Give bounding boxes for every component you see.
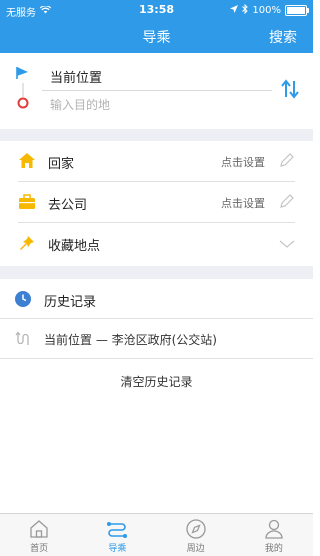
battery-level-fill <box>287 7 305 14</box>
favorites-label: 收藏地点 <box>48 239 101 254</box>
tab-label: 我的 <box>264 544 283 554</box>
history-title: 历史记录 <box>44 295 97 310</box>
clock-icon <box>14 290 32 312</box>
favorites-row[interactable]: 收藏地点 <box>0 223 313 264</box>
home-label: 回家 <box>48 157 75 172</box>
tab-guide[interactable]: 导乘 <box>78 514 156 556</box>
bluetooth-icon <box>242 3 249 17</box>
tab-bar: 首页 导乘 周边 我的 <box>0 513 313 556</box>
home-row[interactable]: 回家 点击设置 <box>0 141 313 182</box>
nav-bar: 导乘 搜索 <box>0 21 313 53</box>
company-label: 去公司 <box>48 198 88 213</box>
route-divider <box>42 90 272 91</box>
tab-label: 周边 <box>186 544 205 554</box>
history-item[interactable]: 当前位置 — 李沧区政府(公交站) <box>0 319 313 359</box>
status-bar: 无服务 13:58 100% <box>0 0 313 20</box>
row-divider <box>0 358 313 359</box>
destination-input[interactable]: 输入目的地 <box>50 96 110 113</box>
history-header: 历史记录 <box>0 279 313 319</box>
section-gap <box>0 266 313 279</box>
route-history-icon <box>14 330 32 352</box>
quick-places-list: 回家 点击设置 去公司 点击设置 收藏地点 <box>0 141 313 264</box>
route-panel: 当前位置 输入目的地 <box>0 53 313 129</box>
company-set-hint[interactable]: 点击设置 <box>221 195 265 211</box>
tab-label: 首页 <box>30 544 49 554</box>
section-gap <box>0 129 313 141</box>
app-header: 无服务 13:58 100% 导乘 搜索 <box>0 0 313 53</box>
battery-percent: 100% <box>252 5 281 16</box>
edit-icon[interactable] <box>279 193 295 213</box>
tab-mine[interactable]: 我的 <box>235 514 313 556</box>
home-icon <box>18 152 36 170</box>
page-title: 导乘 <box>142 30 171 46</box>
history-section: 历史记录 当前位置 — 李沧区政府(公交站) <box>0 279 313 359</box>
briefcase-icon <box>18 193 36 211</box>
location-arrow-icon <box>230 5 239 16</box>
tab-home[interactable]: 首页 <box>0 514 78 556</box>
tab-nearby[interactable]: 周边 <box>157 514 235 556</box>
chevron-down-icon[interactable] <box>279 234 295 253</box>
search-button[interactable]: 搜索 <box>269 27 297 47</box>
history-item-text: 当前位置 — 李沧区政府(公交站) <box>44 333 217 347</box>
clear-history-button[interactable]: 清空历史记录 <box>0 373 313 390</box>
edit-icon[interactable] <box>279 152 295 172</box>
tab-label: 导乘 <box>108 544 127 554</box>
swap-route-icon[interactable] <box>281 79 299 103</box>
route-start-end-marker-icon <box>14 65 34 119</box>
battery-icon <box>285 5 309 16</box>
pin-icon <box>18 234 36 252</box>
start-location-field[interactable]: 当前位置 <box>50 67 102 86</box>
home-set-hint[interactable]: 点击设置 <box>221 154 265 170</box>
company-row[interactable]: 去公司 点击设置 <box>0 182 313 223</box>
